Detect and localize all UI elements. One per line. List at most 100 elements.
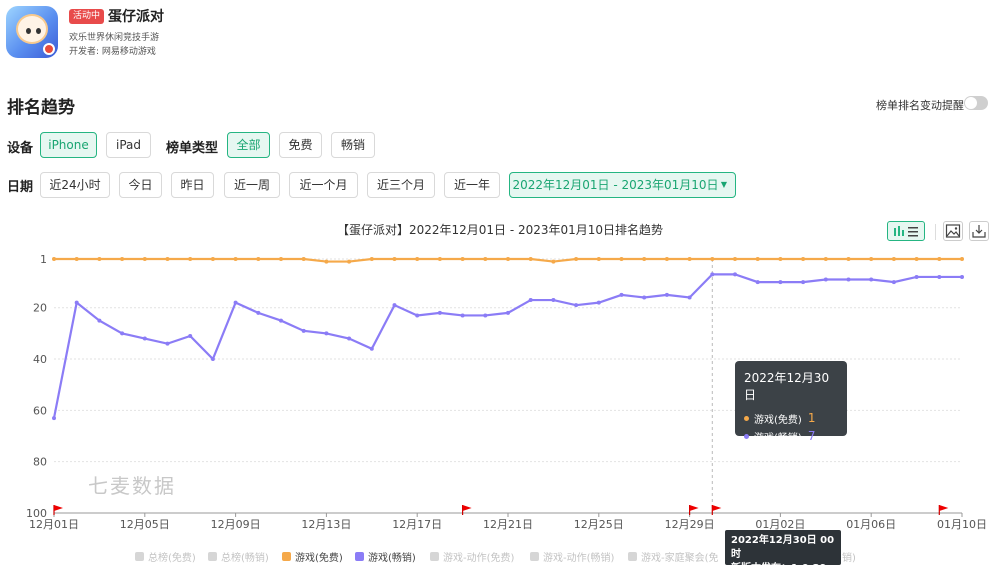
tooltip-series-label: 游戏(畅销) [754, 432, 802, 444]
data-point [596, 257, 601, 261]
data-point [801, 280, 806, 285]
data-point [120, 331, 125, 336]
data-point [891, 257, 896, 261]
data-point [279, 318, 283, 323]
data-point [74, 300, 79, 305]
chart-tooltip: 2022年12月30日 游戏(免费) 1 游戏(畅销) 7 [735, 361, 847, 444]
data-point [733, 257, 737, 261]
legend-swatch [530, 552, 539, 561]
y-tick-label: 40 [33, 353, 47, 366]
data-point [619, 257, 624, 261]
data-point [642, 295, 647, 300]
data-point [574, 257, 579, 261]
data-point [437, 257, 442, 261]
legend-swatch [430, 552, 439, 561]
data-point [869, 277, 874, 282]
tooltip-row: 游戏(免费) 1 [744, 409, 838, 427]
data-point [528, 257, 533, 261]
data-point [755, 257, 760, 261]
data-point [256, 257, 261, 261]
data-point [210, 357, 215, 362]
data-point [596, 300, 601, 305]
y-tick-label: 1 [40, 253, 47, 266]
legend-label: 游戏-动作(畅销) [543, 553, 615, 564]
data-point [664, 257, 669, 261]
x-tick-label: 12月17日 [392, 518, 442, 531]
data-point [165, 341, 170, 346]
data-point [188, 333, 193, 338]
data-point [483, 257, 488, 261]
data-point [437, 310, 442, 315]
data-point [210, 257, 215, 261]
x-tick-label: 12月13日 [301, 518, 351, 531]
release-marker-popup: 2022年12月30日 00时 新版本发布：1.0.39 [725, 530, 841, 574]
data-point [687, 295, 692, 300]
y-tick-label: 60 [33, 404, 47, 417]
data-point [301, 257, 306, 261]
legend-swatch [208, 552, 217, 561]
legend-item[interactable]: 销) [842, 549, 856, 564]
legend-item[interactable]: 游戏-家庭聚会(免 [628, 549, 719, 564]
data-point [188, 257, 193, 261]
legend-item[interactable]: 游戏(免费) [282, 549, 343, 564]
data-point [960, 257, 964, 261]
data-point [415, 257, 420, 261]
data-point [460, 257, 465, 261]
data-point [392, 257, 397, 261]
tooltip-series-value: 1 [807, 411, 816, 425]
data-point [937, 274, 942, 279]
flag-icon [939, 505, 949, 511]
data-point [52, 257, 56, 261]
data-point [483, 313, 488, 318]
legend-item[interactable]: 总榜(畅销) [208, 549, 269, 564]
x-tick-label: 01月06日 [846, 518, 896, 531]
data-point [960, 274, 964, 279]
data-point [506, 257, 510, 261]
legend-label: 游戏-家庭聚会(免 [641, 553, 719, 564]
data-point [256, 310, 261, 315]
data-point [869, 257, 874, 261]
legend-item[interactable]: 游戏-动作(畅销) [530, 549, 614, 564]
data-point [778, 280, 783, 285]
x-tick-label: 12月21日 [483, 518, 533, 531]
tooltip-row: 游戏(畅销) 7 [744, 427, 838, 445]
data-point [74, 257, 79, 261]
x-tick-label: 12月25日 [574, 518, 624, 531]
legend-item[interactable]: 游戏(畅销) [355, 549, 416, 564]
series-dot [744, 415, 749, 421]
data-point [801, 257, 806, 261]
legend-swatch [628, 552, 637, 561]
legend-item[interactable]: 总榜(免费) [135, 549, 196, 564]
data-point [687, 257, 692, 261]
data-point [619, 292, 624, 297]
data-point [914, 257, 919, 261]
legend-label: 游戏-动作(免费) [443, 553, 515, 564]
flag-icon [712, 505, 722, 511]
data-point [551, 298, 556, 303]
x-tick-label: 01月10日 [937, 518, 987, 531]
data-point [120, 257, 125, 261]
data-point [301, 328, 306, 333]
release-marker-version: 新版本发布：1.0.39 [731, 563, 827, 574]
data-point [324, 331, 329, 336]
data-point [823, 277, 828, 282]
data-point [914, 274, 919, 279]
data-point [347, 336, 352, 341]
data-point [279, 257, 283, 261]
legend-swatch [135, 552, 144, 561]
legend-item[interactable]: 游戏-动作(免费) [430, 549, 514, 564]
data-point [97, 257, 102, 261]
data-point [846, 277, 851, 282]
data-point [324, 259, 329, 264]
data-point [369, 346, 374, 351]
flag-icon [689, 505, 699, 511]
data-point [574, 303, 579, 308]
legend-swatch [282, 552, 291, 561]
data-point [415, 313, 420, 318]
data-point [710, 272, 715, 277]
tooltip-series-value: 7 [807, 429, 816, 443]
data-point [142, 257, 147, 261]
data-point [347, 259, 352, 264]
flag-icon [54, 505, 63, 511]
data-point [142, 336, 147, 341]
